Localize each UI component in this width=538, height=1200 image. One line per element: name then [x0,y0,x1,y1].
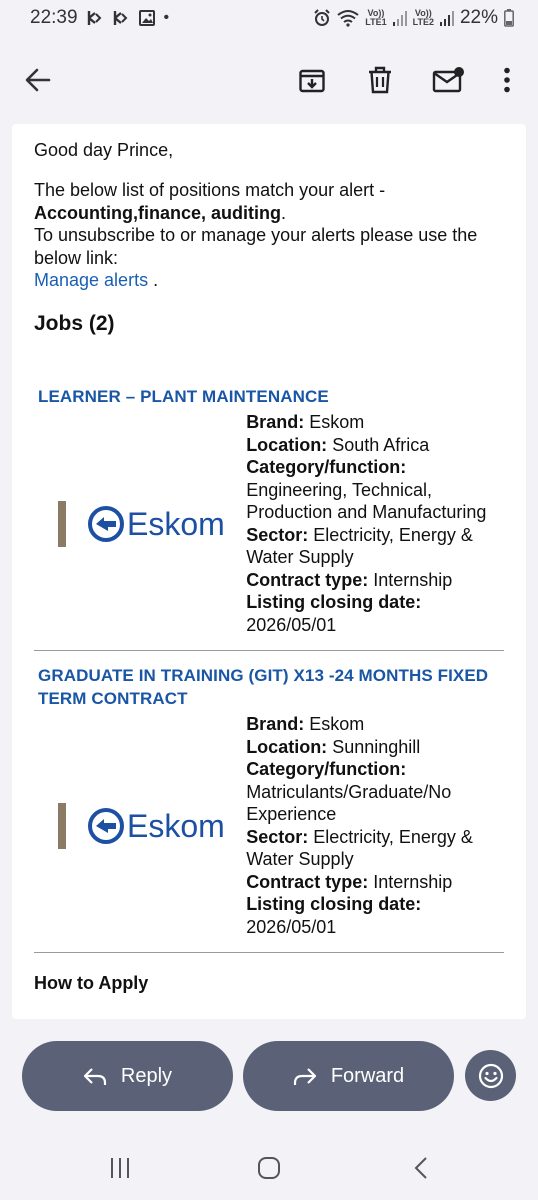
back-chevron-icon [414,1157,427,1179]
category-value: Engineering, Technical, Production and M… [246,479,487,523]
brand-label: Brand: [246,714,305,734]
signal-icon-2 [439,10,454,26]
reply-button[interactable]: Reply [22,1041,233,1111]
brand-value: Eskom [309,714,365,734]
location-value: South Africa [332,434,430,455]
recent-apps-icon [111,1158,129,1178]
home-icon [258,1157,280,1179]
bible-app-icon [86,9,104,27]
delete-icon [369,66,391,94]
brand-value: Eskom [309,412,365,432]
logo-text: Eskom [127,808,225,844]
back-arrow-icon [25,68,51,92]
job-title-link[interactable]: GRADUATE IN TRAINING (GIT) X13 -24 MONTH… [34,665,504,710]
status-bar: 22:39 • Vo)) LTE1 Vo)) LTE2 22% [0,0,538,36]
eskom-logo[interactable]: Eskom [34,411,246,636]
back-button[interactable] [20,62,56,98]
brand-label: Brand: [246,412,305,432]
divider [34,952,504,953]
eskom-logo[interactable]: Eskom [34,713,246,938]
closing-label: Listing closing date: [246,592,422,612]
how-to-apply-heading: How to Apply [34,973,149,993]
jobs-heading: Jobs (2) [34,311,115,335]
job-body: Eskom Brand: Eskom Location: Sunninghill… [34,713,504,938]
forward-button[interactable]: Forward [243,1041,454,1111]
job-body: Eskom Brand: Eskom Location: South Afric… [34,411,504,636]
greeting: Good day Prince, [34,140,174,160]
contract-value: Internship [373,569,453,590]
status-time: 22:39 [30,7,78,28]
battery-icon [504,9,514,27]
system-navigation-bar [0,1140,538,1196]
more-options-button[interactable] [489,62,525,98]
notification-dot: • [163,9,170,26]
reply-icon [83,1068,107,1085]
logo-text: Eskom [127,506,225,542]
job-title-link[interactable]: LEARNER – PLANT MAINTENANCE [34,386,504,409]
recent-apps-button[interactable] [100,1152,140,1184]
contract-value: Internship [373,871,453,892]
intro-paragraph: The below list of positions match your a… [34,179,504,292]
back-nav-button[interactable] [401,1152,441,1184]
reply-label: Reply [120,1064,173,1087]
job-listing: GRADUATE IN TRAINING (GIT) X13 -24 MONTH… [34,665,504,953]
intro-line: The below list of positions match your a… [34,180,386,200]
battery-percentage: 22% [459,7,498,28]
archive-button[interactable] [294,62,330,98]
sim2-network-icon: Vo)) LTE2 [412,8,434,27]
email-body: Good day Prince, The below list of posit… [12,124,526,1019]
alarm-icon [313,9,331,27]
alert-end: . [281,202,287,223]
email-toolbar [0,50,538,110]
mark-unread-icon [432,67,464,93]
forward-label: Forward [330,1064,405,1087]
sim1-network-icon: Vo)) LTE1 [365,8,387,27]
gallery-icon [138,9,156,27]
smiley-icon [478,1063,503,1088]
unsubscribe-text: To unsubscribe to or manage your alerts … [34,225,478,268]
delete-button[interactable] [362,62,398,98]
forward-icon [293,1068,316,1085]
signal-icon-1 [392,10,407,26]
alert-name: Accounting,finance, auditing [34,202,281,223]
divider [34,650,504,651]
wifi-icon [337,9,359,27]
manage-alerts-link[interactable]: Manage alerts [34,270,148,290]
bible-app-icon-2 [112,9,130,27]
archive-icon [299,69,325,93]
contract-label: Contract type: [246,569,369,590]
job-listing: LEARNER – PLANT MAINTENANCE Eskom Brand:… [34,386,504,651]
eskom-logo-icon: Eskom [58,500,225,547]
closing-label: Listing closing date: [246,894,422,914]
closing-value: 2026/05/01 [246,916,337,937]
location-label: Location: [246,736,328,757]
category-value: Matriculants/Graduate/No Experience [246,781,452,825]
sector-label: Sector: [246,826,309,847]
manage-after: . [148,270,159,290]
contract-label: Contract type: [246,871,369,892]
home-button[interactable] [249,1152,289,1184]
location-label: Location: [246,434,328,455]
mark-unread-button[interactable] [430,62,466,98]
sector-label: Sector: [246,524,309,545]
eskom-logo-icon: Eskom [58,802,225,849]
category-label: Category/function: [246,759,407,779]
job-details: Brand: Eskom Location: Sunninghill Categ… [246,713,504,938]
closing-value: 2026/05/01 [246,614,337,635]
more-vert-icon [504,67,510,93]
location-value: Sunninghill [332,736,421,757]
job-details: Brand: Eskom Location: South Africa Cate… [246,411,504,636]
category-label: Category/function: [246,457,407,477]
emoji-reaction-button[interactable] [465,1050,516,1101]
